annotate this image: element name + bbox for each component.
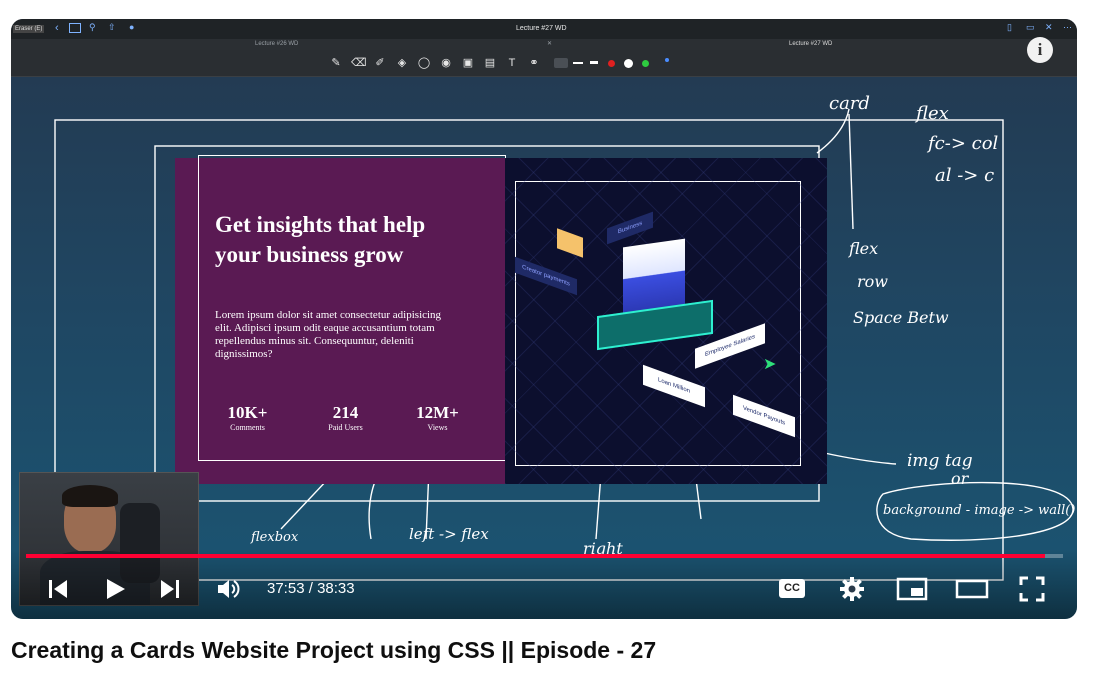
progress-fill [26,554,1046,558]
stat-paid-users: 214 Paid Users [318,403,373,432]
theater-icon[interactable] [955,579,989,599]
annotation-flex-col: fc-> col [926,133,999,154]
stat-value: 12M+ [416,403,459,422]
slide-heading: Get insights that help your business gro… [215,212,426,267]
time-separator: / [308,580,318,597]
progress-bar[interactable] [26,554,1063,558]
annotation-flex-2: flex [848,239,878,258]
annotation-al-c: al -> c [935,165,994,186]
miniplayer-icon[interactable] [896,577,928,601]
time-display: 37:53 / 38:33 [267,580,355,597]
annotation-flexbox: flexbox [250,530,299,545]
settings-icon[interactable] [839,576,865,602]
stat-value: 10K+ [227,403,268,422]
annotation-flex: flex [914,103,949,124]
annotation-card: card [829,93,870,114]
card-arrow [816,108,850,154]
video-player[interactable]: Eraser (E) ‹ ⚲ ⇧ ● Lecture #27 WD ▯ ▭ ✕ … [11,19,1077,619]
slide-paragraph: Lorem ipsum dolor sit amet consectetur a… [215,309,442,360]
stat-label: Views [427,423,448,432]
duration: 38:33 [317,580,355,597]
annotation-or: or [951,469,970,488]
video-title[interactable]: Creating a Cards Website Project using C… [11,637,656,664]
annotation-row: row [857,272,888,291]
slide-right-illustration: Employee Salaries Loan Million Vendor Pa… [505,158,827,484]
stat-label: Comments [230,423,265,432]
paper-plane-icon: ➤ [763,356,777,373]
annotation-img-tag: img tag [907,451,973,471]
stat-views: 12M+ Views [410,403,465,432]
presenter-hair [62,485,118,507]
play-icon[interactable] [105,577,127,601]
next-icon[interactable] [159,578,181,600]
volume-icon[interactable] [216,577,242,601]
annotation-left: left -> flex [409,525,489,543]
annotation-space-between: Space Betw [853,308,949,327]
stat-label: Paid Users [328,423,363,432]
captions-icon[interactable]: CC [779,579,805,598]
slide-left-panel: Get insights that help your business gro… [175,155,506,484]
annotation-background-image: background - image -> wall() [883,503,1075,518]
stat-value: 214 [332,403,359,422]
previous-icon[interactable] [47,578,69,600]
card-arrow-down [848,113,854,230]
fullscreen-icon[interactable] [1019,576,1045,602]
stat-comments: 10K+ Comments [220,403,275,432]
current-time: 37:53 [267,580,305,597]
